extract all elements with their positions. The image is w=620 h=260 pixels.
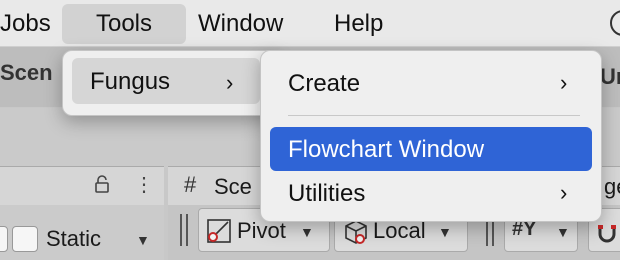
tab-scene[interactable]: Sce [214,174,252,200]
chevron-right-icon: › [560,180,568,205]
menu-item-flowchart-window-label: Flowchart Window [288,136,485,163]
scene-grid-icon: # [184,172,197,197]
lock-icon[interactable] [94,175,110,193]
toolbar-grip-handle[interactable] [186,214,188,246]
pivot-icon [207,219,231,243]
menu-separator [288,115,580,116]
menu-item-utilities[interactable]: Utilities [288,180,365,208]
grid-caret-icon: ▼ [556,224,570,240]
menu-tools[interactable]: Tools [62,4,186,44]
menu-help[interactable]: Help [322,4,395,44]
chevron-right-icon: › [560,70,568,95]
pivot-caret-icon: ▼ [300,224,314,240]
toolbar-grip-handle[interactable] [180,214,182,246]
tab-fragment[interactable]: ge [604,174,620,200]
kebab-menu-icon[interactable]: ⋮ [134,172,154,197]
menubar: Jobs Tools Window Help [0,0,620,47]
menu-jobs[interactable]: Jobs [0,4,63,44]
partial-checkbox[interactable] [0,226,8,252]
right-title-fragment: Un [600,64,620,89]
menu-window[interactable]: Window [186,4,295,44]
menu-item-create[interactable]: Create [288,70,360,98]
static-dropdown-caret-icon[interactable]: ▼ [136,232,150,248]
magnet-icon [598,225,616,243]
local-caret-icon: ▼ [438,224,452,240]
menu-item-fungus-label: Fungus [90,68,171,95]
scene-title-fragment: Scen [0,60,53,85]
static-label: Static [46,226,102,251]
status-circle-icon[interactable] [610,10,620,36]
chevron-right-icon: › [226,70,234,95]
static-checkbox[interactable] [12,226,38,252]
